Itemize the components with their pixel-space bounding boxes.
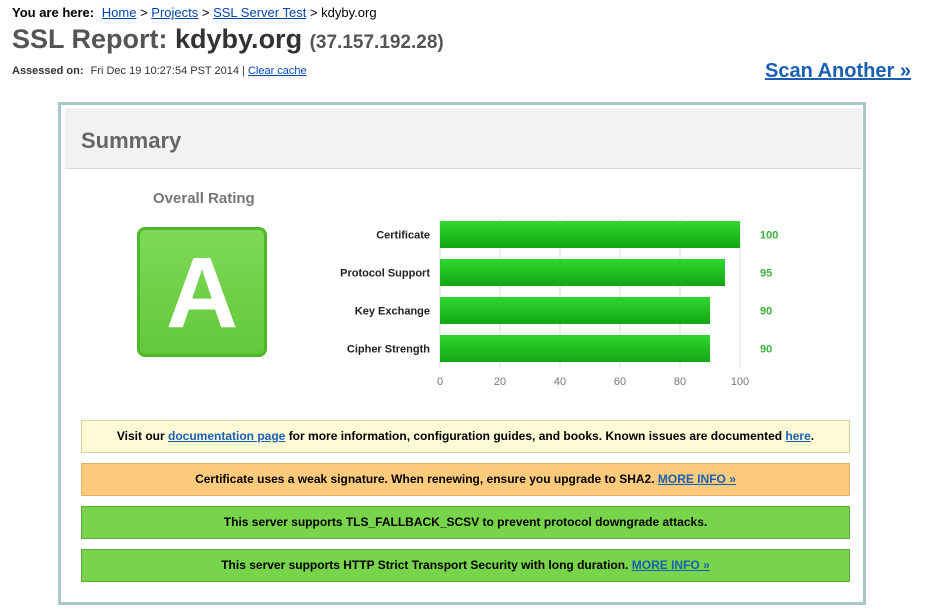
value-label: 100 (760, 230, 778, 242)
docs-text-middle: for more information, configuration guid… (288, 429, 783, 443)
hsts-banner: This server supports HTTP Strict Transpo… (81, 549, 850, 582)
title-ip: (37.157.192.28) (309, 32, 444, 53)
fallback-scsv-text: This server supports TLS_FALLBACK_SCSV t… (223, 515, 708, 529)
breadcrumb-ssl-test-link[interactable]: SSL Server Test (213, 5, 306, 20)
weak-signature-banner: Certificate uses a weak signature. When … (81, 463, 850, 496)
docs-text-after: . (810, 429, 815, 443)
assessed-separator: | (242, 65, 245, 77)
documentation-banner: Visit our documentation page for more in… (81, 420, 850, 453)
x-tick-label: 60 (614, 376, 626, 388)
rating-chart: 0 20 40 60 80 100 Certificate 100 Protocol Suppo… (340, 219, 778, 388)
category-label: Protocol Support (340, 268, 430, 280)
grade-badge: A (137, 227, 267, 357)
breadcrumb-home-link[interactable]: Home (102, 5, 137, 20)
hsts-more-info-link[interactable]: MORE INFO » (632, 558, 710, 572)
x-tick-label: 20 (494, 376, 506, 388)
summary-title: Summary (81, 128, 182, 153)
page-title: SSL Report: kdyby.org (37.157.192.28) (12, 24, 444, 55)
breadcrumb-projects-link[interactable]: Projects (151, 5, 198, 20)
x-tick-label: 80 (674, 376, 686, 388)
breadcrumb-separator: > (309, 5, 318, 20)
weak-signature-more-info-link[interactable]: MORE INFO » (658, 472, 736, 486)
assessed-line: Assessed on: Fri Dec 19 10:27:54 PST 201… (12, 65, 307, 77)
breadcrumb-current: kdyby.org (321, 5, 377, 20)
title-prefix: SSL Report: (12, 24, 168, 54)
assessed-date: Fri Dec 19 10:27:54 PST 2014 (90, 65, 239, 77)
grade-letter: A (165, 237, 239, 349)
summary-panel: Summary Overall Rating A 0 20 40 60 80 100 Cer… (58, 102, 866, 605)
fallback-scsv-banner: This server supports TLS_FALLBACK_SCSV t… (81, 506, 850, 539)
clear-cache-link[interactable]: Clear cache (248, 65, 307, 77)
category-label: Certificate (376, 230, 430, 242)
scan-another-link[interactable]: Scan Another » (765, 60, 911, 83)
category-label: Cipher Strength (347, 344, 430, 356)
bar-protocol-support (440, 259, 725, 286)
value-label: 90 (760, 306, 772, 318)
overall-rating-label: Overall Rating (153, 190, 255, 207)
breadcrumb-separator: > (201, 5, 210, 20)
value-label: 95 (760, 268, 772, 280)
category-label: Key Exchange (355, 306, 430, 318)
known-issues-link[interactable]: here (785, 429, 810, 443)
bar-key-exchange (440, 297, 710, 324)
bar-cipher-strength (440, 335, 710, 362)
docs-text-before: Visit our (116, 429, 165, 443)
x-tick-label: 40 (554, 376, 566, 388)
summary-body: Overall Rating A 0 20 40 60 80 100 Certificate… (65, 169, 862, 602)
x-tick-label: 0 (437, 376, 443, 388)
value-label: 90 (760, 344, 772, 356)
weak-signature-text: Certificate uses a weak signature. When … (195, 472, 655, 486)
summary-header: Summary (65, 108, 862, 169)
title-host: kdyby.org (175, 24, 303, 54)
breadcrumb: You are here: Home > Projects > SSL Serv… (12, 5, 377, 20)
breadcrumb-separator: > (140, 5, 148, 20)
bar-certificate (440, 221, 740, 248)
breadcrumb-prefix: You are here: (12, 5, 95, 20)
documentation-page-link[interactable]: documentation page (168, 429, 285, 443)
assessed-label: Assessed on: (12, 65, 84, 77)
hsts-text: This server supports HTTP Strict Transpo… (221, 558, 629, 572)
x-tick-label: 100 (731, 376, 749, 388)
